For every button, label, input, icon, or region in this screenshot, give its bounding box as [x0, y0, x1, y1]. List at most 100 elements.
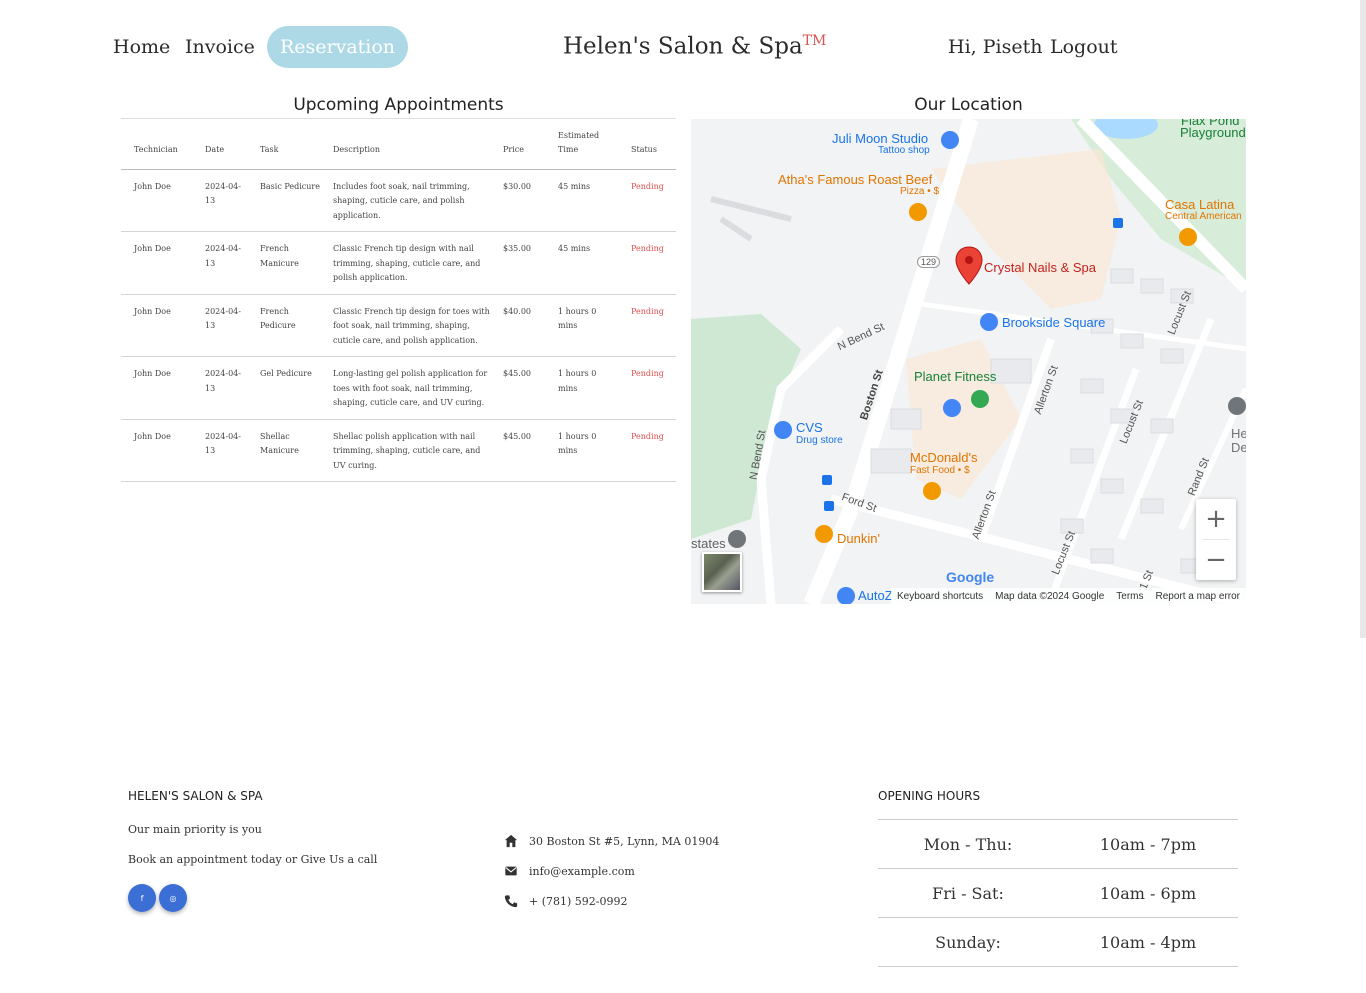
keyboard-shortcuts-link[interactable]: Keyboard shortcuts	[897, 591, 983, 602]
place-autozone[interactable]: AutoZ	[858, 588, 893, 603]
google-logo-text: Google	[946, 569, 995, 585]
cell-time: 1 hours 0 mins	[545, 356, 618, 420]
place-dunkin[interactable]: Dunkin'	[837, 531, 880, 546]
user-greeting[interactable]: Hi, Piseth	[948, 36, 1042, 58]
home-icon	[504, 834, 518, 848]
place-herm[interactable]: Herm	[1231, 426, 1246, 441]
place-crystal-nails[interactable]: Crystal Nails & Spa	[984, 260, 1096, 275]
contact-address: 30 Boston St #5, Lynn, MA 01904	[504, 834, 719, 848]
email-text[interactable]: info@example.com	[529, 865, 635, 878]
cell-task: Basic Pedicure	[247, 169, 320, 232]
instagram-icon[interactable]: ◎	[159, 884, 187, 912]
brand-title[interactable]: Helen's Salon & SpaTM	[563, 33, 826, 60]
google-logo: Google	[946, 569, 994, 585]
nav-invoice-link[interactable]: Invoice	[185, 36, 255, 58]
cell-date: 2024-04-13	[192, 356, 247, 420]
status-badge: Pending	[618, 356, 676, 420]
hours-row: Sunday: 10am - 4pm	[878, 918, 1238, 967]
top-nav: Home Invoice Reservation Helen's Salon &…	[0, 0, 1366, 90]
hours-row: Fri - Sat: 10am - 6pm	[878, 869, 1238, 918]
status-badge: Pending	[618, 419, 676, 482]
cell-price: $35.00	[490, 231, 545, 295]
cell-price: $45.00	[490, 419, 545, 482]
place-casa-latina[interactable]: Casa Latina	[1165, 197, 1234, 212]
cell-task: French Manicure	[247, 231, 320, 295]
table-row: John Doe 2024-04-13 Basic Pedicure Inclu…	[121, 169, 676, 232]
appointments-table: Technician Date Task Description Price E…	[121, 119, 676, 482]
google-map[interactable]: Juli Moon Studio Tattoo shop Atha's Famo…	[691, 119, 1246, 604]
cell-technician: John Doe	[121, 356, 192, 420]
phone-text[interactable]: + (781) 592-0992	[529, 895, 628, 908]
cell-technician: John Doe	[121, 231, 192, 295]
report-error-link[interactable]: Report a map error	[1156, 591, 1240, 602]
place-athas-type: Pizza • $	[900, 186, 940, 197]
table-row: John Doe 2024-04-13 French Pedicure Clas…	[121, 294, 676, 357]
footer-cta: Book an appointment today or Give Us a c…	[128, 853, 378, 866]
cell-task: Gel Pedicure	[247, 356, 320, 420]
place-playground: Playground	[1180, 125, 1246, 140]
cell-price: $45.00	[490, 356, 545, 420]
place-planet-fitness[interactable]: Planet Fitness	[914, 369, 996, 384]
table-header-row: Technician Date Task Description Price E…	[121, 119, 676, 170]
status-badge: Pending	[618, 169, 676, 232]
cell-date: 2024-04-13	[192, 169, 247, 232]
header-description: Description	[320, 119, 490, 170]
logout-link[interactable]: Logout	[1050, 36, 1118, 58]
place-casa-latina-type: Central American	[1165, 211, 1242, 222]
cell-price: $30.00	[490, 169, 545, 232]
status-badge: Pending	[618, 294, 676, 357]
zoom-in-button[interactable]: +	[1196, 499, 1236, 539]
cell-description: Includes foot soak, nail trimming, shapi…	[320, 169, 490, 232]
header-price: Price	[490, 119, 545, 170]
place-cvs[interactable]: CVS	[796, 420, 823, 435]
table-row: John Doe 2024-04-13 Gel Pedicure Long-la…	[121, 356, 676, 420]
hours-time: 10am - 4pm	[1099, 932, 1197, 952]
place-states[interactable]: states	[691, 536, 726, 551]
cell-task: French Pedicure	[247, 294, 320, 357]
envelope-icon	[505, 866, 517, 876]
hours-day: Fri - Sat:	[932, 883, 1004, 903]
terms-link[interactable]: Terms	[1116, 591, 1143, 602]
cell-time: 45 mins	[545, 169, 618, 232]
cell-time: 1 hours 0 mins	[545, 294, 618, 357]
header-date: Date	[192, 119, 247, 170]
place-mcdonalds[interactable]: McDonald's	[910, 450, 978, 465]
header-status: Status	[618, 119, 676, 170]
opening-hours-title: OPENING HOURS	[878, 789, 981, 803]
hours-time: 10am - 7pm	[1099, 834, 1197, 854]
place-brookside-square[interactable]: Brookside Square	[1002, 315, 1105, 330]
map-roads	[691, 119, 1246, 604]
cell-technician: John Doe	[121, 419, 192, 482]
cell-description: Shellac polish application with nail tri…	[320, 419, 490, 482]
nav-reservation-button[interactable]: Reservation	[267, 26, 408, 68]
header-technician: Technician	[121, 119, 192, 170]
zoom-control: + −	[1196, 499, 1236, 580]
place-juli-moon-type: Tattoo shop	[878, 145, 930, 156]
route-shield: 129	[917, 256, 941, 268]
location-section: Our Location Juli Moon Studio Tattoo sho…	[691, 92, 1246, 604]
opening-hours-table: Mon - Thu: 10am - 7pm Fri - Sat: 10am - …	[878, 819, 1238, 967]
cell-price: $40.00	[490, 294, 545, 357]
facebook-icon[interactable]: f	[128, 884, 156, 912]
cell-time: 45 mins	[545, 231, 618, 295]
map-data-text: Map data ©2024 Google	[995, 590, 1105, 602]
cell-technician: John Doe	[121, 169, 192, 232]
cell-technician: John Doe	[121, 294, 192, 357]
trademark: TM	[802, 33, 827, 49]
zoom-out-button[interactable]: −	[1196, 540, 1236, 580]
place-mcdonalds-type: Fast Food • $	[910, 465, 970, 476]
hours-day: Sunday:	[935, 932, 1001, 952]
map-attribution: Keyboard shortcuts Map data ©2024 Google…	[890, 588, 1246, 604]
address-text: 30 Boston St #5, Lynn, MA 01904	[529, 834, 720, 848]
cell-date: 2024-04-13	[192, 419, 247, 482]
place-cvs-type: Drug store	[796, 435, 843, 446]
phone-icon	[504, 895, 518, 908]
satellite-toggle[interactable]	[702, 552, 742, 592]
header-estimated-time: Estimated Time	[545, 119, 618, 170]
nav-home-link[interactable]: Home	[113, 36, 170, 58]
scrollbar[interactable]	[1360, 0, 1366, 638]
footer-tagline: Our main priority is you	[128, 823, 262, 836]
cell-date: 2024-04-13	[192, 231, 247, 295]
place-juli-moon[interactable]: Juli Moon Studio	[832, 131, 928, 146]
place-athas[interactable]: Atha's Famous Roast Beef	[778, 172, 932, 187]
